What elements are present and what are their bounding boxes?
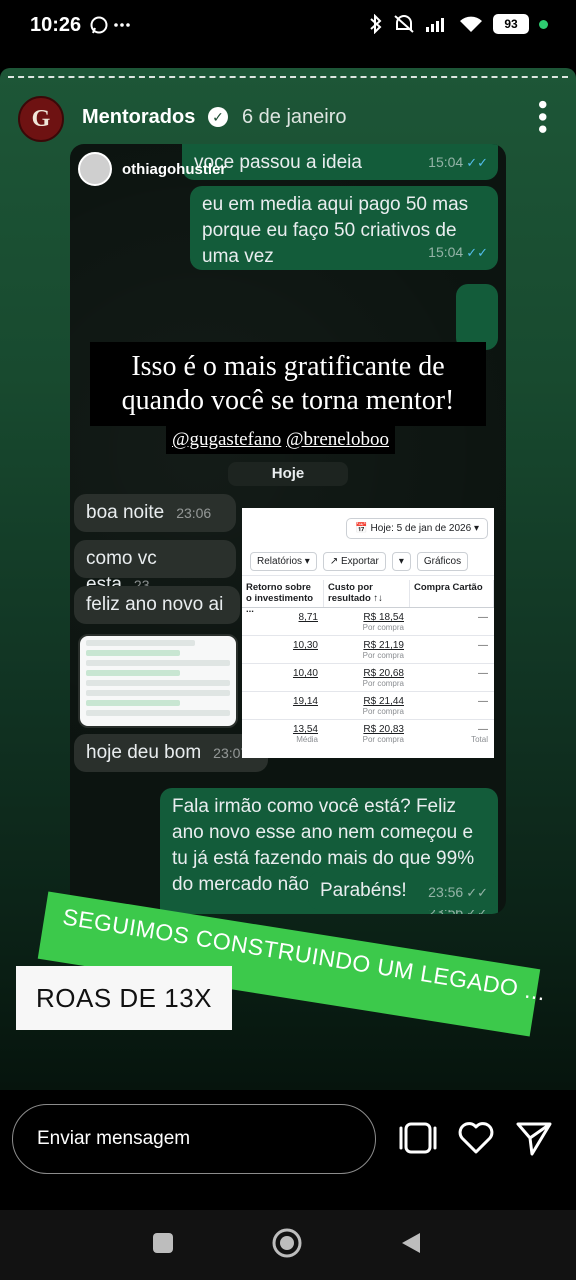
wifi-icon [460,16,482,32]
export-button: ↗ Exportar [322,552,386,571]
message-text: hoje deu bom [86,742,202,763]
chat-message: feliz ano novo ai [74,586,240,624]
ads-toolbar: Relatórios ▾ ↗ Exportar ▾ Gráficos [242,548,494,576]
privacy-indicator [539,19,548,29]
chat-message: como vc esta 23 [74,540,236,595]
day-separator: Hoje [228,462,348,486]
table-row: 10,40 R$ 20,68 Por compra — [242,664,494,692]
mention-link[interactable]: @gugastefano [172,429,281,450]
story-progress-bar [8,76,568,78]
chat-message: voce passou a ideia 15:04 ✓✓ [182,144,498,180]
reports-button: Relatórios ▾ [250,552,317,571]
story-reply-bar: Enviar mensagem [0,1090,576,1210]
tagged-username: othiagohustler [122,160,227,178]
tagged-user-avatar [78,152,112,186]
chat-message: hoje deu bom 23:07 [74,734,268,772]
story-caption: Isso é o mais gratificante de quando voc… [90,342,486,426]
message-time: 15:04 ✓✓ [428,154,488,170]
date-range-button: 📅 Hoje: 5 de jan de 2026 ▾ [346,518,488,539]
back-button[interactable] [398,1230,424,1256]
ads-manager-screenshot: 📅 Hoje: 5 de jan de 2026 ▾ Relatórios ▾ … [242,508,494,758]
message-time: 23:06 [176,505,212,521]
column-header: Custo por resultado ↑↓ [324,580,410,607]
table-row: 13,54 Média R$ 20,83 Por compra — Total [292,724,488,744]
export-dropdown: ▾ [391,552,411,571]
chat-message: eu em media aqui pago 50 mas porque eu f… [190,186,498,270]
whatsapp-notification-icon [90,14,134,41]
story-header: G Mentorados ✓ 6 de janeiro • • • [0,92,576,148]
like-heart-icon[interactable] [456,1118,496,1158]
status-bar: 10:26 93 [0,0,576,52]
clock: 10:26 [30,14,82,36]
column-header: Compra Cartão [410,580,494,607]
message-time: 15:04 ✓✓ [428,244,488,260]
column-header: Retorno sobre o investimento ... [242,580,324,615]
system-icons: 93 [369,14,548,34]
story-mentions[interactable]: @gugastefano @breneloboo [166,426,396,454]
reels-share-icon[interactable] [398,1118,438,1158]
send-direct-icon[interactable] [514,1118,554,1158]
story-view[interactable]: G Mentorados ✓ 6 de janeiro • • • voce p… [0,68,576,1090]
table-row: 10,30 R$ 21,19 Por compra — [242,636,494,664]
story-date: 6 de janeiro [242,106,347,128]
mention-link[interactable]: @breneloboo [286,429,389,450]
message-text: feliz ano novo ai [86,594,224,615]
roas-sticker: ROAS DE 13X [16,966,232,1030]
message-time: 23:56✓✓ [428,884,488,900]
recent-apps-button[interactable] [150,1230,176,1256]
spreadsheet-thumbnail [78,634,238,728]
message-input[interactable]: Enviar mensagem [12,1104,376,1174]
table-row: 19,14 R$ 21,44 Por compra — [242,692,494,720]
chat-message: boa noite 23:06 [74,494,236,532]
battery-icon: 93 [493,14,529,34]
system-navigation-bar [0,1210,576,1280]
table-row: 8,71 R$ 18,54 Por compra — [242,608,494,636]
more-options-icon[interactable]: • • • [528,100,558,132]
chat-message [456,284,498,350]
message-text: boa noite [86,502,165,523]
signal-icon [426,18,444,32]
chat-message: Parabéns! 23:56 ✓✓ [308,872,498,910]
mute-icon [394,15,414,33]
ads-table-header: Retorno sobre o investimento ... Custo p… [242,580,494,615]
chat-screenshot: voce passou a ideia 15:04 ✓✓ othiagohustl… [70,144,506,914]
tagged-user[interactable]: othiagohustler [78,152,226,186]
verified-badge-icon: ✓ [208,107,228,127]
charts-button: Gráficos [416,552,469,571]
account-avatar[interactable]: G [18,96,64,142]
account-username[interactable]: Mentorados [82,106,195,129]
home-button[interactable] [270,1226,304,1260]
bluetooth-icon [370,14,382,34]
message-text: Parabéns! [320,880,407,901]
